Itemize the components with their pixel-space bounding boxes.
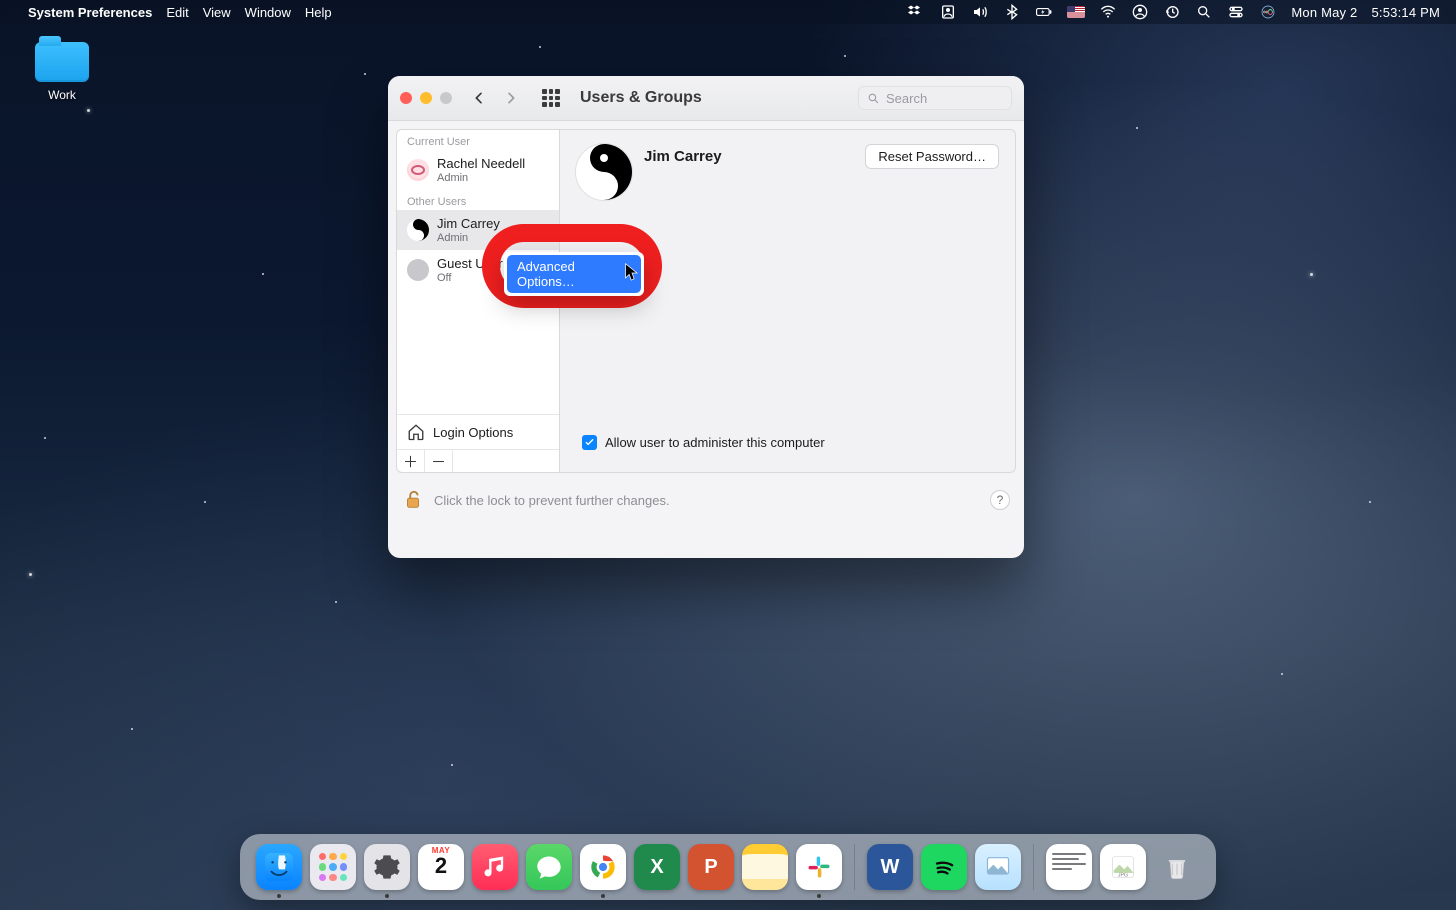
- user-avatar-large[interactable]: [576, 144, 632, 200]
- login-options[interactable]: Login Options: [397, 414, 559, 449]
- running-indicator: [277, 894, 281, 898]
- svg-text:JPG: JPG: [1118, 872, 1128, 878]
- section-current-user: Current User: [397, 130, 559, 150]
- cursor-icon: [624, 263, 640, 288]
- dock: MAY 2 X P W JPG: [240, 834, 1216, 900]
- dock-preview[interactable]: [975, 844, 1021, 890]
- lock-button[interactable]: [402, 489, 424, 511]
- bluetooth-icon[interactable]: [1003, 3, 1021, 21]
- menubar: System Preferences Edit View Window Help…: [0, 0, 1456, 24]
- flag-us-icon[interactable]: [1067, 6, 1085, 18]
- time-machine-icon[interactable]: [1163, 3, 1181, 21]
- forward-button[interactable]: [500, 87, 522, 109]
- dock-downloads-document[interactable]: [1046, 844, 1092, 890]
- menubar-time[interactable]: 5:53:14 PM: [1372, 5, 1441, 20]
- lock-footer: Click the lock to prevent further change…: [388, 481, 1024, 519]
- dock-music[interactable]: [472, 844, 518, 890]
- show-all-prefs-button[interactable]: [542, 89, 560, 107]
- dock-chrome[interactable]: [580, 844, 626, 890]
- wifi-icon[interactable]: [1099, 3, 1117, 21]
- allow-admin-label: Allow user to administer this computer: [605, 435, 825, 450]
- search-placeholder: Search: [886, 91, 927, 106]
- volume-icon[interactable]: [971, 3, 989, 21]
- dock-powerpoint[interactable]: P: [688, 844, 734, 890]
- remove-user-button[interactable]: －: [425, 450, 453, 472]
- sidebar-user-name: Jim Carrey: [437, 216, 500, 231]
- search-icon: [867, 92, 880, 105]
- dock-spotify[interactable]: [921, 844, 967, 890]
- allow-admin-checkbox[interactable]: [582, 435, 597, 450]
- dock-notes[interactable]: [742, 844, 788, 890]
- desktop-folder-work[interactable]: Work: [24, 42, 100, 102]
- window-controls: [400, 92, 452, 104]
- check-icon: [584, 437, 595, 448]
- boxed-group-icon[interactable]: [939, 3, 957, 21]
- minimize-button[interactable]: [420, 92, 432, 104]
- login-options-label: Login Options: [433, 425, 513, 440]
- system-preferences-window: Users & Groups Search Current User Rache…: [388, 76, 1024, 558]
- dock-separator: [854, 844, 855, 890]
- zoom-button[interactable]: [440, 92, 452, 104]
- menu-view[interactable]: View: [203, 5, 231, 20]
- running-indicator: [601, 894, 605, 898]
- app-menu[interactable]: System Preferences: [28, 5, 152, 20]
- user-display-name: Jim Carrey: [644, 148, 722, 165]
- menu-edit[interactable]: Edit: [166, 5, 188, 20]
- dock-excel[interactable]: X: [634, 844, 680, 890]
- avatar-icon: [407, 219, 429, 241]
- allow-admin-row[interactable]: Allow user to administer this computer: [582, 435, 825, 450]
- dock-launchpad[interactable]: [310, 844, 356, 890]
- dock-word[interactable]: W: [867, 844, 913, 890]
- dock-messages[interactable]: [526, 844, 572, 890]
- dock-finder[interactable]: [256, 844, 302, 890]
- dock-downloads-image[interactable]: JPG: [1100, 844, 1146, 890]
- titlebar: Users & Groups Search: [388, 76, 1024, 121]
- window-title: Users & Groups: [580, 89, 702, 107]
- home-icon: [407, 423, 425, 441]
- dock-system-preferences[interactable]: [364, 844, 410, 890]
- search-field[interactable]: Search: [858, 86, 1012, 110]
- control-center-icon[interactable]: [1227, 3, 1245, 21]
- add-user-button[interactable]: ＋: [397, 450, 425, 472]
- reset-password-button[interactable]: Reset Password…: [865, 144, 999, 169]
- close-button[interactable]: [400, 92, 412, 104]
- avatar-icon: [407, 259, 429, 281]
- context-menu: Advanced Options…: [504, 252, 644, 296]
- sidebar-user-name: Rachel Needell: [437, 156, 525, 171]
- siri-icon[interactable]: [1259, 3, 1277, 21]
- running-indicator: [817, 894, 821, 898]
- dock-trash[interactable]: [1154, 844, 1200, 890]
- dock-calendar[interactable]: MAY 2: [418, 844, 464, 890]
- menu-window[interactable]: Window: [245, 5, 291, 20]
- dropbox-icon[interactable]: [907, 3, 925, 21]
- dock-separator: [1033, 844, 1034, 890]
- user-icon[interactable]: [1131, 3, 1149, 21]
- back-button[interactable]: [468, 87, 490, 109]
- sidebar-user-current[interactable]: Rachel Needell Admin: [397, 150, 559, 190]
- lock-open-icon: [402, 489, 424, 511]
- dock-slack[interactable]: [796, 844, 842, 890]
- lock-hint-text: Click the lock to prevent further change…: [434, 493, 670, 508]
- battery-charging-icon[interactable]: [1035, 3, 1053, 21]
- running-indicator: [385, 894, 389, 898]
- content-area: Current User Rachel Needell Admin Other …: [388, 121, 1024, 481]
- section-other-users: Other Users: [397, 190, 559, 210]
- calendar-day: 2: [418, 855, 464, 877]
- avatar-icon: [407, 159, 429, 181]
- user-add-remove-toolbar: ＋ －: [397, 449, 559, 472]
- help-button[interactable]: ?: [990, 490, 1010, 510]
- menubar-date[interactable]: Mon May 2: [1291, 5, 1357, 20]
- desktop-folder-label: Work: [24, 88, 100, 102]
- spotlight-icon[interactable]: [1195, 3, 1213, 21]
- sidebar-user-role: Admin: [437, 172, 525, 184]
- menu-help[interactable]: Help: [305, 5, 332, 20]
- folder-icon: [35, 42, 89, 82]
- context-menu-advanced-options[interactable]: Advanced Options…: [507, 255, 641, 293]
